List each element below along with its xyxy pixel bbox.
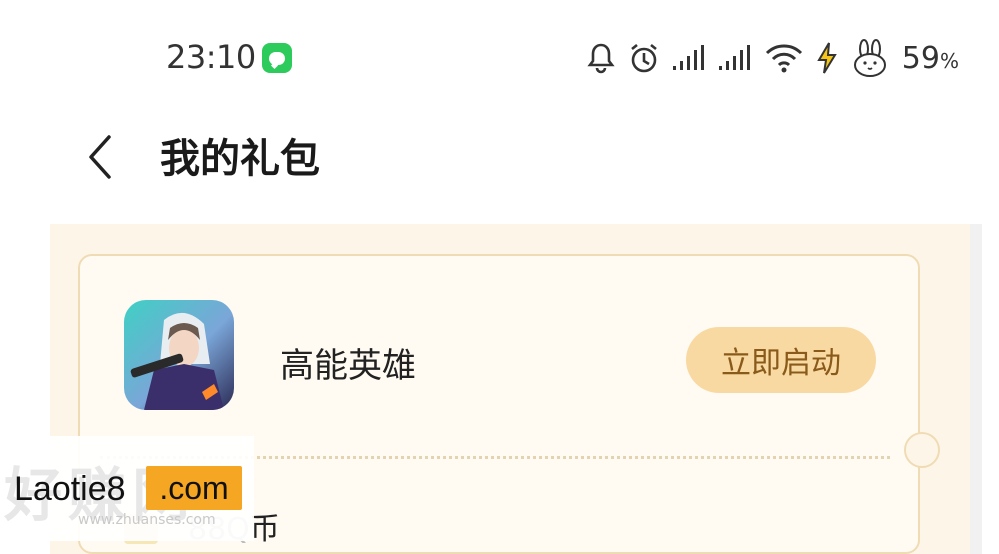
- launch-button[interactable]: 立即启动: [686, 327, 876, 393]
- charging-icon: [816, 42, 838, 74]
- watermark-text: Laotie8: [14, 470, 126, 508]
- rabbit-icon: [850, 39, 890, 77]
- bell-icon: [586, 42, 616, 74]
- signal-icon: [718, 44, 752, 72]
- watermark-url: www.zhuanses.com: [78, 512, 216, 528]
- ticket-notch: [904, 432, 940, 468]
- chevron-left-icon: [89, 135, 111, 179]
- alarm-icon: [628, 42, 660, 74]
- status-icons: 59%: [586, 38, 959, 78]
- page-title: 我的礼包: [160, 136, 320, 182]
- scroll-strip: [970, 224, 982, 554]
- status-bar: 23:10 59%: [0, 0, 999, 110]
- game-name: 高能英雄: [280, 346, 416, 386]
- wifi-icon: [764, 43, 804, 73]
- wechat-icon: [262, 43, 292, 73]
- signal-icon: [672, 44, 706, 72]
- battery-percent: 59%: [901, 40, 959, 76]
- status-time: 23:10: [166, 38, 256, 76]
- game-icon[interactable]: [124, 300, 234, 410]
- watermark-badge: .com: [146, 466, 242, 510]
- back-button[interactable]: [78, 132, 122, 182]
